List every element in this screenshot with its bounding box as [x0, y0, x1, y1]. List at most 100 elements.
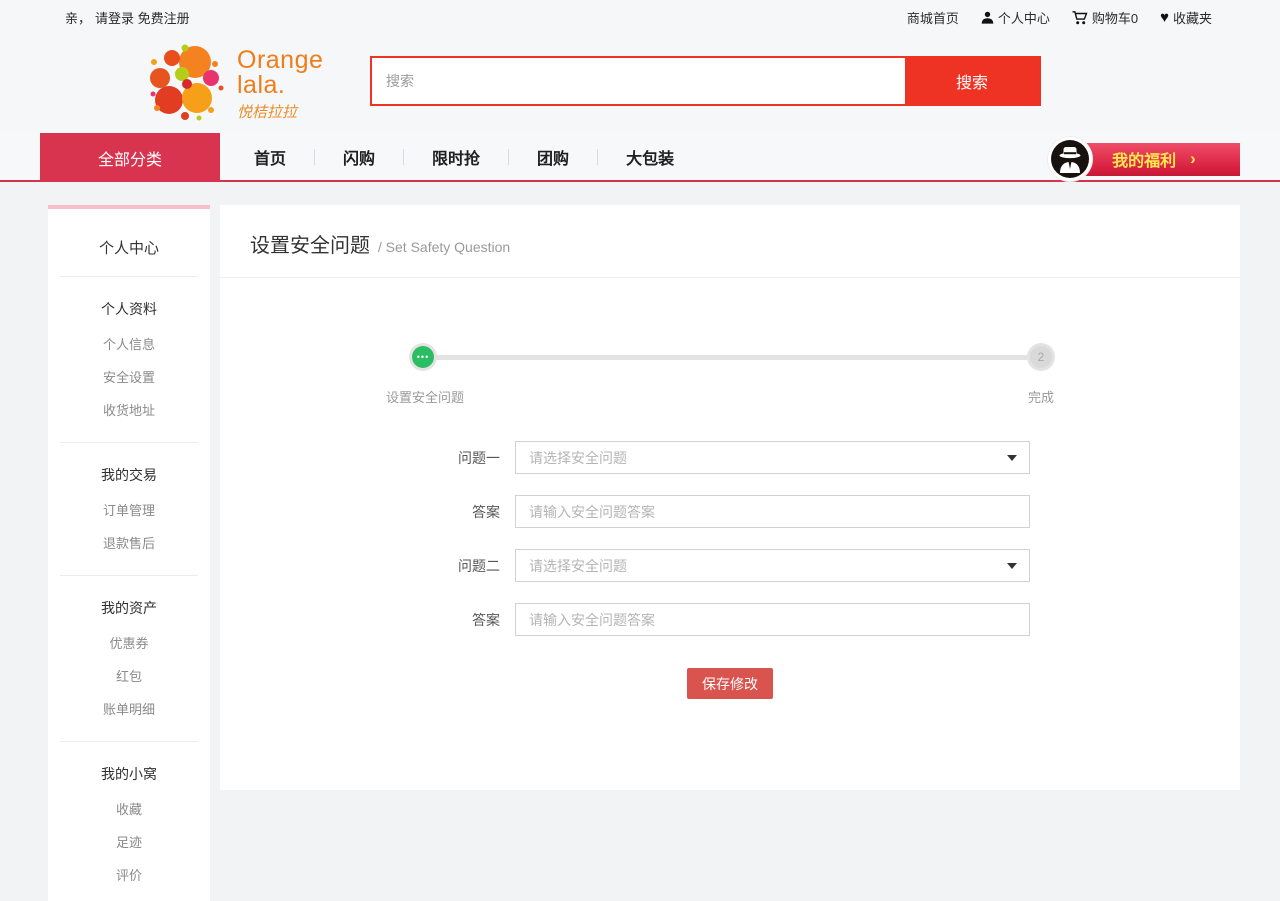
sidebar-divider	[60, 276, 198, 277]
header: Orange lala. 悦桔拉拉 搜索	[0, 35, 1280, 133]
nav-item-home[interactable]: 首页	[240, 145, 300, 169]
sidebar-item-security-settings[interactable]: 安全设置	[48, 360, 210, 393]
heart-icon: ♥	[1160, 10, 1169, 25]
save-changes-button[interactable]: 保存修改	[687, 668, 773, 699]
nav-item-flash-sale[interactable]: 闪购	[329, 145, 389, 169]
answer2-label: 答案	[220, 610, 500, 630]
save-row: 保存修改	[687, 668, 1240, 699]
mall-home-label: 商城首页	[907, 8, 959, 27]
sidebar-header-profile[interactable]: 个人资料	[48, 293, 210, 327]
avatar[interactable]	[1048, 137, 1092, 181]
question1-select[interactable]: 请选择安全问题	[515, 441, 1030, 474]
stepper-step2-label: 完成	[1016, 387, 1066, 406]
sidebar-group-profile: 个人资料 个人信息 安全设置 收货地址	[48, 293, 210, 426]
chevron-right-icon: ›	[1190, 149, 1196, 169]
form-row-answer2: 答案	[220, 603, 1240, 636]
sidebar-item-shipping-address[interactable]: 收货地址	[48, 393, 210, 426]
sidebar-item-favorites[interactable]: 收藏	[48, 792, 210, 825]
sidebar-item-reviews[interactable]: 评价	[48, 858, 210, 891]
user-icon	[981, 11, 994, 24]
nav-item-group-buy[interactable]: 团购	[523, 145, 583, 169]
sidebar-item-refund-aftersale[interactable]: 退款售后	[48, 526, 210, 559]
page-title-zh: 设置安全问题	[250, 235, 370, 257]
sidebar-item-bill-details[interactable]: 账单明细	[48, 692, 210, 725]
sidebar-header-assets[interactable]: 我的资产	[48, 592, 210, 626]
sidebar-title-personal-center[interactable]: 个人中心	[48, 229, 210, 276]
stepper-step1-label: 设置安全问题	[380, 387, 470, 406]
sidebar-divider	[60, 741, 198, 742]
logo-bubbles-icon	[145, 40, 227, 129]
all-categories-button[interactable]: 全部分类	[40, 133, 220, 182]
sidebar-item-order-management[interactable]: 订单管理	[48, 493, 210, 526]
sidebar-item-footprints[interactable]: 足迹	[48, 825, 210, 858]
sidebar-item-red-packets[interactable]: 红包	[48, 659, 210, 692]
favorites-link[interactable]: ♥ 收藏夹	[1160, 8, 1212, 27]
stepper-step2-number: 2	[1030, 346, 1052, 368]
sidebar: 个人中心 个人资料 个人信息 安全设置 收货地址 我的交易 订单管理 退款售后 …	[48, 205, 210, 901]
stepper-line	[423, 355, 1041, 360]
spy-avatar-icon	[1050, 139, 1090, 179]
answer1-label: 答案	[220, 502, 500, 522]
sidebar-divider	[60, 575, 198, 576]
mall-home-link[interactable]: 商城首页	[907, 8, 959, 27]
nav-divider	[508, 149, 509, 165]
nav-divider	[597, 149, 598, 165]
search-box: 搜索	[370, 56, 1041, 106]
my-benefits-label: 我的福利	[1112, 147, 1176, 171]
personal-center-label: 个人中心	[998, 8, 1050, 27]
logo-line1: Orange	[237, 48, 323, 73]
sidebar-group-trades: 我的交易 订单管理 退款售后	[48, 459, 210, 559]
form-row-answer1: 答案	[220, 495, 1240, 528]
favorites-label: 收藏夹	[1173, 8, 1212, 27]
logo-subtitle: 悦桔拉拉	[237, 101, 323, 122]
question2-select[interactable]: 请选择安全问题	[515, 549, 1030, 582]
safety-question-form: 问题一 请选择安全问题 答案 问题二 请选择安全问题 答案	[220, 441, 1240, 699]
cart-label: 购物车0	[1092, 8, 1138, 27]
topbar: 亲， 请登录 免费注册 商城首页 个人中心 购物车0 ♥ 收藏夹	[0, 0, 1280, 35]
sidebar-group-assets: 我的资产 优惠券 红包 账单明细	[48, 592, 210, 725]
logo-text: Orange lala. 悦桔拉拉	[237, 48, 323, 122]
page-title: 设置安全问题 / Set Safety Question	[220, 205, 1240, 278]
nav-item-bulk-pack[interactable]: 大包装	[612, 145, 688, 169]
sidebar-item-coupons[interactable]: 优惠券	[48, 626, 210, 659]
question1-select-placeholder: 请选择安全问题	[529, 448, 627, 468]
sidebar-header-nest[interactable]: 我的小窝	[48, 758, 210, 792]
form-row-question2: 问题二 请选择安全问题	[220, 549, 1240, 582]
register-link[interactable]: 免费注册	[138, 11, 190, 26]
nav-divider	[314, 149, 315, 165]
logo[interactable]: Orange lala. 悦桔拉拉	[145, 40, 323, 129]
benefits-area: 我的福利 ›	[1048, 137, 1240, 181]
stepper-step1-node: •••	[409, 343, 437, 371]
greeting-prefix: 亲，	[65, 11, 91, 26]
search-input[interactable]	[372, 58, 905, 104]
nav-menu: 首页 闪购 限时抢 团购 大包装	[240, 133, 688, 180]
sidebar-header-trades[interactable]: 我的交易	[48, 459, 210, 493]
stepper: ••• 2 设置安全问题 完成	[220, 343, 1240, 433]
question2-select-placeholder: 请选择安全问题	[529, 556, 627, 576]
form-row-question1: 问题一 请选择安全问题	[220, 441, 1240, 474]
page-title-en: / Set Safety Question	[378, 239, 510, 255]
cart-icon	[1072, 11, 1088, 25]
main-navbar: 全部分类 首页 闪购 限时抢 团购 大包装 我的福利 ›	[0, 133, 1280, 182]
my-benefits-button[interactable]: 我的福利 ›	[1068, 143, 1240, 176]
chevron-down-icon	[1007, 455, 1017, 461]
answer1-input[interactable]	[515, 495, 1030, 528]
chevron-down-icon	[1007, 563, 1017, 569]
nav-divider	[403, 149, 404, 165]
main-panel: 设置安全问题 / Set Safety Question ••• 2 设置安全问…	[220, 205, 1240, 790]
logo-line2: lala.	[237, 73, 323, 98]
search-button[interactable]: 搜索	[905, 58, 1039, 104]
answer2-input[interactable]	[515, 603, 1030, 636]
stepper-step2-node: 2	[1027, 343, 1055, 371]
cart-link[interactable]: 购物车0	[1072, 8, 1138, 27]
question2-label: 问题二	[220, 556, 500, 576]
nav-item-limited-time[interactable]: 限时抢	[418, 145, 494, 169]
content: 个人中心 个人资料 个人信息 安全设置 收货地址 我的交易 订单管理 退款售后 …	[0, 182, 1280, 901]
personal-center-link[interactable]: 个人中心	[981, 8, 1050, 27]
sidebar-item-messages[interactable]: 消息	[48, 891, 210, 901]
question1-label: 问题一	[220, 448, 500, 468]
stepper-step1-dots-icon: •••	[412, 346, 434, 368]
sidebar-item-personal-info[interactable]: 个人信息	[48, 327, 210, 360]
greeting: 亲， 请登录 免费注册	[65, 8, 190, 27]
login-link[interactable]: 请登录	[95, 11, 134, 26]
